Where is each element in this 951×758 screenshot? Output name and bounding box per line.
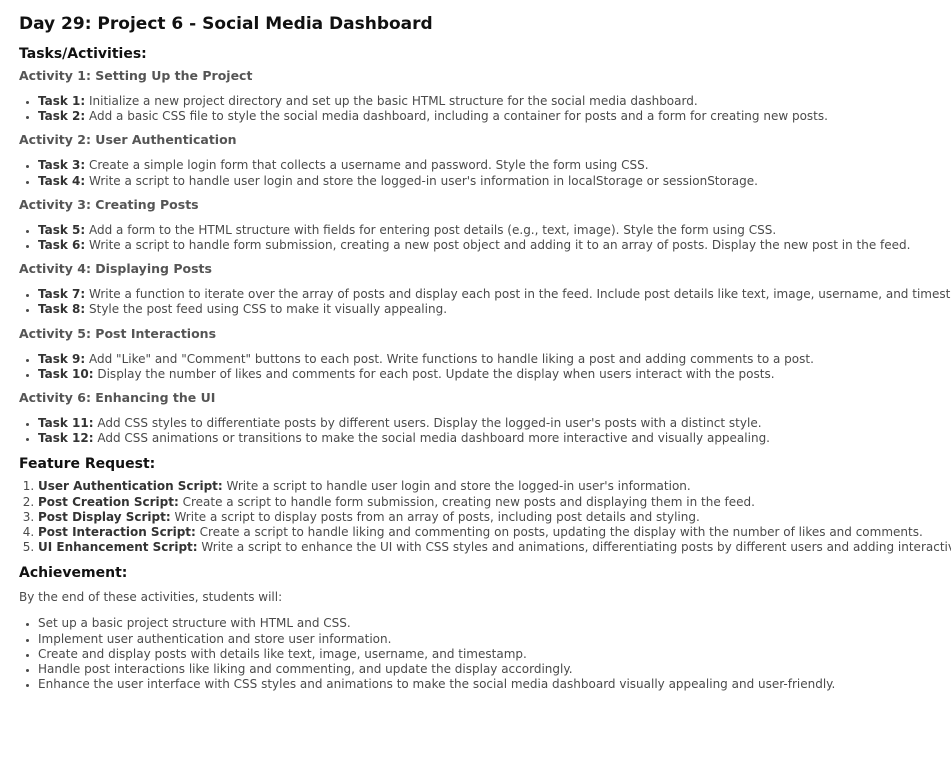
achievement-item: Set up a basic project structure with HT… — [38, 616, 951, 631]
feature-item: User Authentication Script: Write a scri… — [38, 479, 951, 494]
task-text: Add a basic CSS file to style the social… — [85, 109, 828, 124]
feature-text: Create a script to handle form submissio… — [178, 494, 755, 509]
activity-section: Activity 2: User Authentication Task 3: C… — [19, 131, 951, 188]
task-list: Task 7: Write a function to iterate over… — [19, 287, 951, 317]
task-list: Task 5: Add a form to the HTML structure… — [19, 223, 951, 253]
achievement-item: Handle post interactions like liking and… — [38, 662, 951, 677]
task-list: Task 9: Add "Like" and "Comment" buttons… — [19, 352, 951, 382]
task-label: Task 10: — [38, 366, 94, 381]
task-item: Task 8: Style the post feed using CSS to… — [38, 302, 951, 317]
document: Day 29: Project 6 - Social Media Dashboa… — [0, 0, 951, 692]
activity-section: Activity 4: Displaying Posts Task 7: Writ… — [19, 260, 951, 317]
feature-heading: Feature Request: — [19, 456, 156, 473]
task-text: Add "Like" and "Comment" buttons to each… — [85, 351, 814, 366]
task-text: Write a function to iterate over the arr… — [85, 287, 951, 302]
task-list: Task 11: Add CSS styles to differentiate… — [19, 416, 951, 446]
activity-title: Activity 2: User Authentication — [19, 132, 237, 148]
task-item: Task 6: Write a script to handle form su… — [38, 238, 951, 253]
achievement-item: Create and display posts with details li… — [38, 647, 951, 662]
page-title: Day 29: Project 6 - Social Media Dashboa… — [19, 14, 433, 34]
task-label: Task 12: — [38, 431, 94, 446]
activity-title: Activity 1: Setting Up the Project — [19, 68, 253, 83]
activity-section: Activity 6: Enhancing the UI Task 11: Add… — [19, 389, 951, 446]
task-item: Task 1: Initialize a new project directo… — [38, 94, 951, 109]
task-list: Task 3: Create a simple login form that … — [19, 158, 951, 188]
achievement-heading: Achievement: — [19, 565, 128, 582]
feature-item: Post Display Script: Write a script to d… — [38, 510, 951, 525]
task-label: Task 11: — [38, 416, 94, 431]
feature-text: Create a script to handle liking and com… — [195, 525, 923, 540]
feature-label: Post Creation Script: — [38, 494, 179, 509]
activity-title: Activity 5: Post Interactions — [19, 325, 217, 341]
task-item: Task 5: Add a form to the HTML structure… — [38, 223, 951, 238]
task-text: Write a script to handle form submission… — [85, 238, 911, 253]
task-text: Add CSS styles to differentiate posts by… — [93, 416, 762, 431]
task-text: Initialize a new project directory and s… — [85, 94, 698, 108]
task-item: Task 3: Create a simple login form that … — [38, 158, 951, 173]
task-item: Task 11: Add CSS styles to differentiate… — [38, 416, 951, 431]
activity-section: Activity 1: Setting Up the Project Task 1… — [19, 67, 951, 124]
task-list: Task 1: Initialize a new project directo… — [19, 94, 951, 124]
feature-label: Post Display Script: — [38, 509, 171, 524]
feature-label: User Authentication Script: — [38, 479, 223, 494]
task-text: Display the number of likes and comments… — [93, 366, 775, 381]
feature-item: UI Enhancement Script: Write a script to… — [38, 540, 951, 555]
task-label: Task 8: — [38, 302, 86, 317]
feature-item: Post Interaction Script: Create a script… — [38, 525, 951, 540]
task-item: Task 10: Display the number of likes and… — [38, 367, 951, 382]
task-item: Task 2: Add a basic CSS file to style th… — [38, 109, 951, 124]
task-label: Task 5: — [38, 222, 86, 237]
task-label: Task 4: — [38, 173, 86, 188]
task-item: Task 9: Add "Like" and "Comment" buttons… — [38, 352, 951, 367]
feature-list: User Authentication Script: Write a scri… — [19, 479, 951, 555]
task-text: Write a script to handle user login and … — [85, 173, 758, 188]
task-text: Add CSS animations or transitions to mak… — [93, 431, 770, 446]
activity-title: Activity 4: Displaying Posts — [19, 261, 212, 277]
feature-text: Write a script to handle user login and … — [222, 479, 691, 494]
feature-text: Write a script to enhance the UI with CS… — [197, 540, 951, 555]
task-item: Task 7: Write a function to iterate over… — [38, 287, 951, 302]
feature-item: Post Creation Script: Create a script to… — [38, 495, 951, 510]
achievement-list: Set up a basic project structure with HT… — [19, 616, 951, 692]
activity-section: Activity 5: Post Interactions Task 9: Add… — [19, 325, 951, 382]
task-text: Create a simple login form that collects… — [85, 158, 649, 173]
feature-text: Write a script to display posts from an … — [170, 509, 700, 524]
feature-label: Post Interaction Script: — [38, 525, 196, 540]
achievement-item: Enhance the user interface with CSS styl… — [38, 677, 951, 692]
task-label: Task 9: — [38, 351, 86, 366]
feature-label: UI Enhancement Script: — [38, 540, 198, 555]
task-text: Add a form to the HTML structure with fi… — [85, 222, 777, 237]
achievement-intro: By the end of these activities, students… — [19, 590, 283, 605]
activities-section: Activity 1: Setting Up the Project Task 1… — [19, 67, 951, 446]
activity-section: Activity 3: Creating Posts Task 5: Add a … — [19, 196, 951, 253]
achievement-item: Implement user authentication and store … — [38, 632, 951, 647]
activity-title: Activity 3: Creating Posts — [19, 196, 199, 212]
activity-title: Activity 6: Enhancing the UI — [19, 390, 216, 406]
tasks-heading: Tasks/Activities: — [19, 46, 147, 62]
task-label: Task 7: — [38, 287, 86, 302]
task-text: Style the post feed using CSS to make it… — [85, 302, 448, 317]
task-label: Task 1: — [38, 94, 86, 108]
task-item: Task 4: Write a script to handle user lo… — [38, 174, 951, 189]
task-item: Task 12: Add CSS animations or transitio… — [38, 431, 951, 446]
task-label: Task 3: — [38, 158, 86, 173]
task-label: Task 2: — [38, 109, 86, 124]
task-label: Task 6: — [38, 238, 86, 253]
